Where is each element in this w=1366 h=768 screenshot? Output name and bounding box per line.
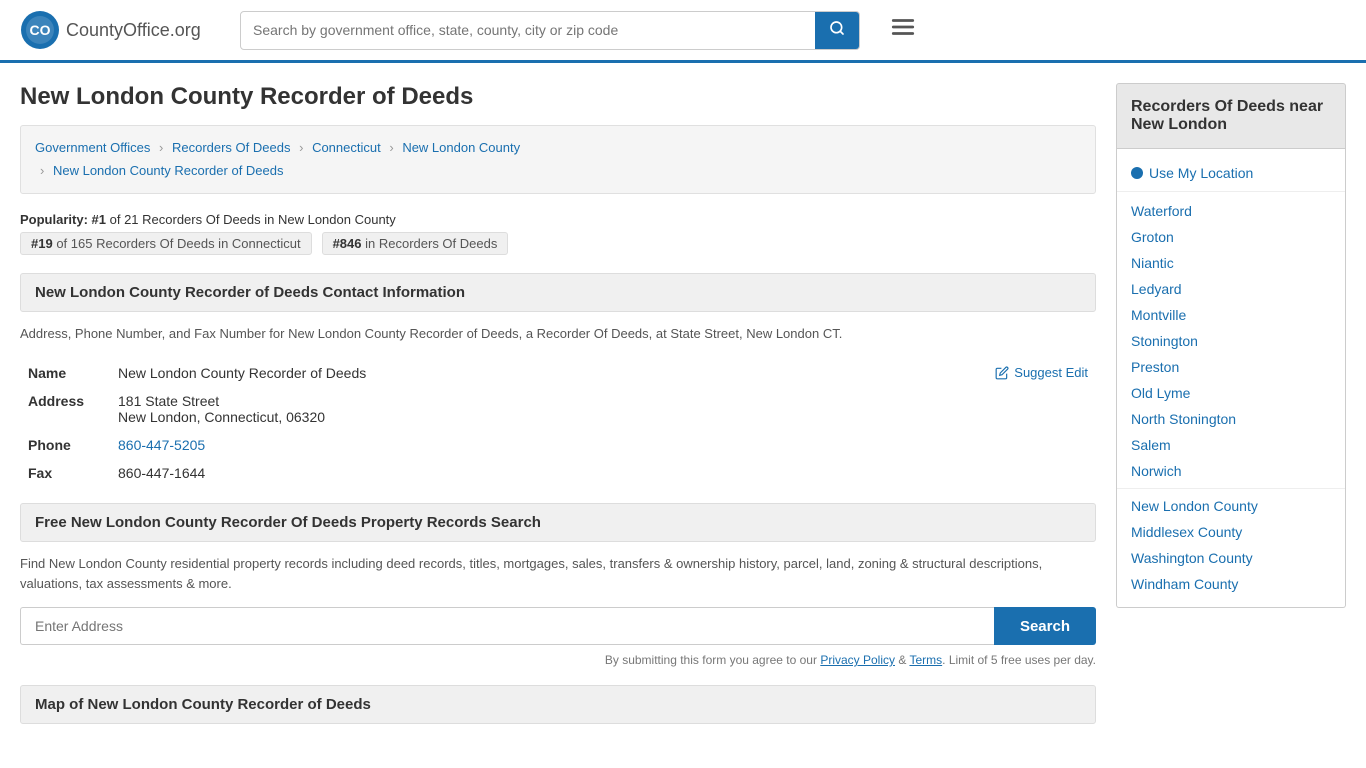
- sidebar-link-montville[interactable]: Montville: [1117, 302, 1345, 328]
- sidebar-link-preston[interactable]: Preston: [1117, 354, 1345, 380]
- address-value: 181 State Street New London, Connecticut…: [110, 387, 1096, 431]
- contact-section-header: New London County Recorder of Deeds Cont…: [20, 273, 1096, 312]
- privacy-policy-link[interactable]: Privacy Policy: [820, 653, 895, 667]
- sidebar-link-norwich[interactable]: Norwich: [1117, 458, 1345, 484]
- fax-label: Fax: [20, 459, 110, 487]
- address-search-button[interactable]: Search: [994, 607, 1096, 645]
- location-dot-icon: [1131, 167, 1143, 179]
- popularity-badge-3: #846 in Recorders Of Deeds: [322, 232, 509, 255]
- contact-description: Address, Phone Number, and Fax Number fo…: [20, 324, 1096, 344]
- sidebar-link-stonington[interactable]: Stonington: [1117, 328, 1345, 354]
- header-search-bar[interactable]: [240, 11, 860, 50]
- sidebar-link-windham-county[interactable]: Windham County: [1117, 571, 1345, 597]
- logo-icon: CO: [20, 10, 60, 50]
- popularity-badges: #19 of 165 Recorders Of Deeds in Connect…: [20, 232, 1096, 255]
- sidebar-link-new-london-county[interactable]: New London County: [1117, 493, 1345, 519]
- breadcrumb-link-current[interactable]: New London County Recorder of Deeds: [53, 163, 284, 178]
- name-label: Name: [20, 359, 110, 387]
- sidebar-link-north-stonington[interactable]: North Stonington: [1117, 406, 1345, 432]
- phone-value: 860-447-5205: [110, 431, 1096, 459]
- form-disclaimer: By submitting this form you agree to our…: [20, 653, 1096, 667]
- header-search-button[interactable]: [815, 12, 859, 49]
- table-row-fax: Fax 860-447-1644: [20, 459, 1096, 487]
- breadcrumb-link-county[interactable]: New London County: [402, 140, 520, 155]
- edit-icon: [995, 366, 1009, 380]
- page-title: New London County Recorder of Deeds: [20, 83, 1096, 111]
- sidebar: Recorders Of Deeds near New London Use M…: [1116, 83, 1346, 724]
- popularity-badge-2: #19 of 165 Recorders Of Deeds in Connect…: [20, 232, 312, 255]
- popularity-rank1-text: of 21 Recorders Of Deeds in New London C…: [110, 212, 396, 227]
- breadcrumb-link-ct[interactable]: Connecticut: [312, 140, 381, 155]
- popularity-label: Popularity:: [20, 212, 88, 227]
- sidebar-link-ledyard[interactable]: Ledyard: [1117, 276, 1345, 302]
- breadcrumb-sep-2: ›: [299, 140, 303, 155]
- site-header: CO CountyOffice.org: [0, 0, 1366, 63]
- address-label: Address: [20, 387, 110, 431]
- breadcrumb-link-gov[interactable]: Government Offices: [35, 140, 150, 155]
- property-section-header: Free New London County Recorder Of Deeds…: [20, 503, 1096, 542]
- use-my-location[interactable]: Use My Location: [1117, 159, 1345, 192]
- sidebar-link-salem[interactable]: Salem: [1117, 432, 1345, 458]
- name-value: New London County Recorder of Deeds Sugg…: [110, 359, 1096, 387]
- breadcrumb-sep-1: ›: [159, 140, 163, 155]
- breadcrumb: Government Offices › Recorders Of Deeds …: [20, 125, 1096, 194]
- search-icon: [829, 20, 845, 36]
- sidebar-link-groton[interactable]: Groton: [1117, 224, 1345, 250]
- sidebar-separator-1: [1117, 488, 1345, 489]
- main-content: New London County Recorder of Deeds Gove…: [20, 83, 1116, 724]
- phone-link[interactable]: 860-447-5205: [118, 437, 205, 453]
- sidebar-link-niantic[interactable]: Niantic: [1117, 250, 1345, 276]
- breadcrumb-sep-3: ›: [389, 140, 393, 155]
- sidebar-header: Recorders Of Deeds near New London: [1116, 83, 1346, 149]
- property-description: Find New London County residential prope…: [20, 554, 1096, 593]
- popularity-section: Popularity: #1 of 21 Recorders Of Deeds …: [20, 212, 1096, 255]
- sidebar-link-old-lyme[interactable]: Old Lyme: [1117, 380, 1345, 406]
- table-row-name: Name New London County Recorder of Deeds…: [20, 359, 1096, 387]
- sidebar-content: Use My Location Waterford Groton Niantic…: [1116, 149, 1346, 608]
- header-search-input[interactable]: [241, 14, 815, 46]
- table-row-address: Address 181 State Street New London, Con…: [20, 387, 1096, 431]
- suggest-edit-link[interactable]: Suggest Edit: [995, 365, 1088, 380]
- page-container: New London County Recorder of Deeds Gove…: [0, 63, 1366, 744]
- fax-value: 860-447-1644: [110, 459, 1096, 487]
- address-search-input[interactable]: [20, 607, 994, 645]
- logo-text: CountyOffice.org: [66, 20, 201, 41]
- breadcrumb-sep-4: ›: [40, 163, 44, 178]
- logo[interactable]: CO CountyOffice.org: [20, 10, 220, 50]
- contact-info-table: Name New London County Recorder of Deeds…: [20, 359, 1096, 487]
- terms-link[interactable]: Terms: [909, 653, 942, 667]
- property-search-form: Search: [20, 607, 1096, 645]
- sidebar-link-middlesex-county[interactable]: Middlesex County: [1117, 519, 1345, 545]
- phone-label: Phone: [20, 431, 110, 459]
- popularity-rank1: #1: [92, 212, 106, 227]
- breadcrumb-link-recorders[interactable]: Recorders Of Deeds: [172, 140, 291, 155]
- svg-text:CO: CO: [30, 22, 51, 38]
- table-row-phone: Phone 860-447-5205: [20, 431, 1096, 459]
- hamburger-menu-icon[interactable]: [890, 14, 916, 47]
- map-section-header: Map of New London County Recorder of Dee…: [20, 685, 1096, 724]
- sidebar-link-waterford[interactable]: Waterford: [1117, 198, 1345, 224]
- sidebar-link-washington-county[interactable]: Washington County: [1117, 545, 1345, 571]
